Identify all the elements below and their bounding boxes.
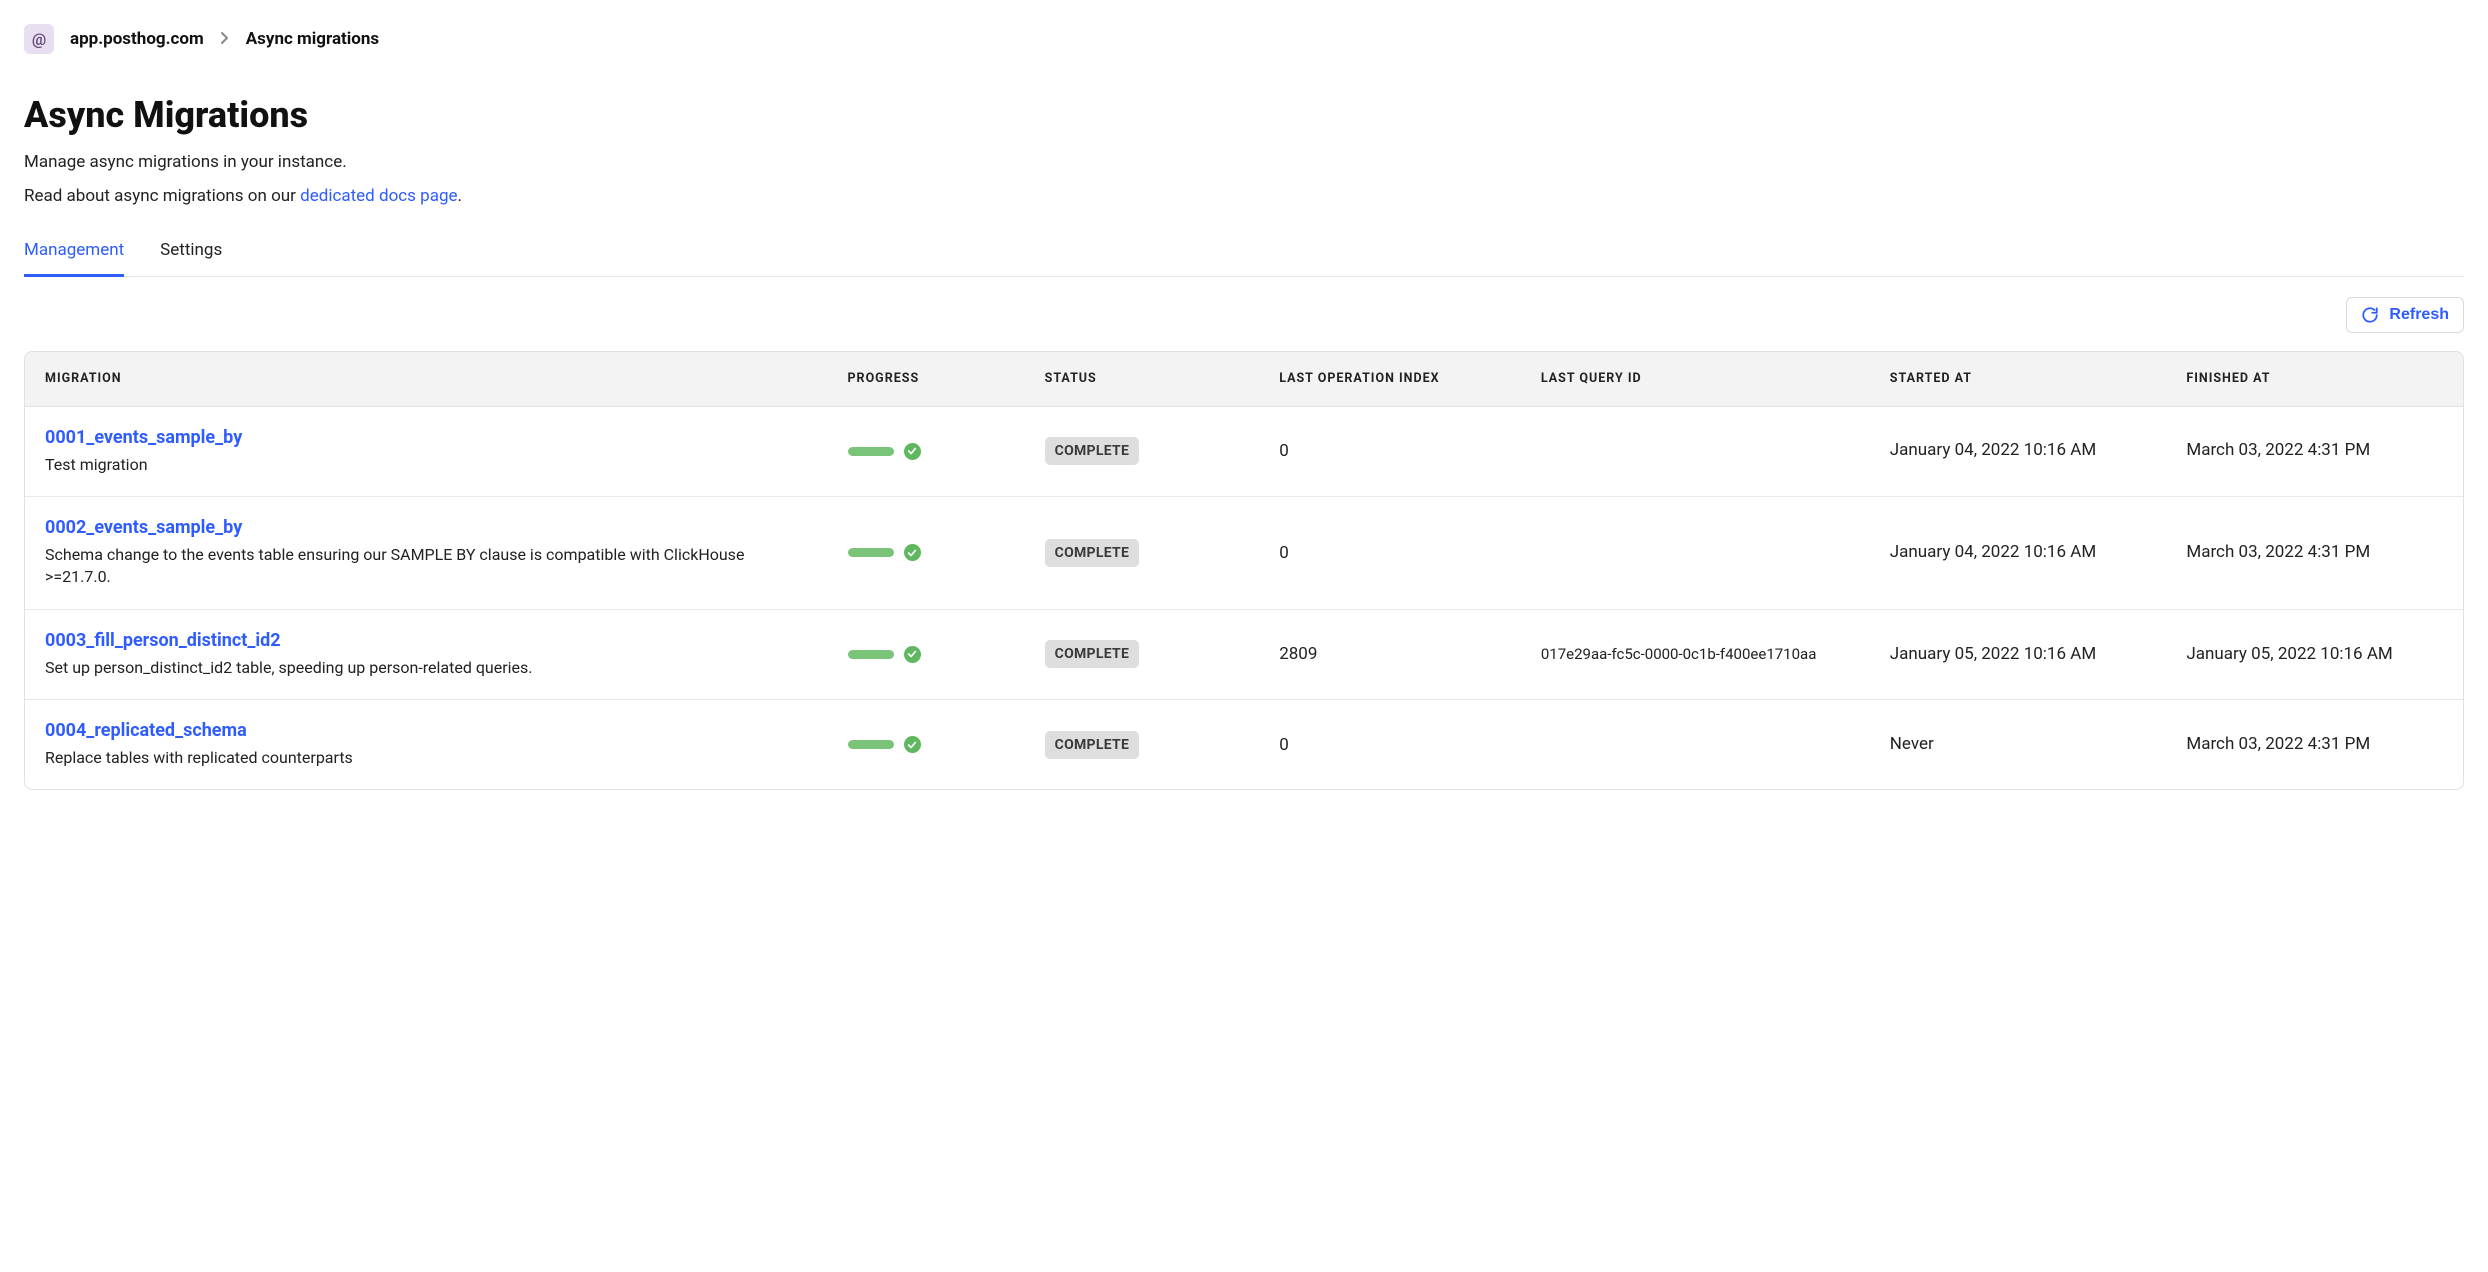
last-op-index: 0 [1259,497,1521,610]
chevron-right-icon [220,29,230,50]
table-header-row: MIGRATION PROGRESS STATUS LAST OPERATION… [25,352,2463,407]
docs-suffix: . [458,186,462,206]
finished-at: March 03, 2022 4:31 PM [2186,438,2443,464]
refresh-icon [2361,306,2379,324]
progress-indicator [848,736,1005,753]
progress-indicator [848,646,1005,663]
col-last-query-id: LAST QUERY ID [1521,352,1870,407]
col-migration: MIGRATION [25,352,828,407]
migration-name-link[interactable]: 0003_fill_person_distinct_id2 [45,630,808,651]
col-last-op-index: LAST OPERATION INDEX [1259,352,1521,407]
migration-description: Schema change to the events table ensuri… [45,544,808,589]
col-progress: PROGRESS [828,352,1025,407]
breadcrumb-root[interactable]: app.posthog.com [70,29,204,49]
finished-at: March 03, 2022 4:31 PM [2186,732,2443,758]
check-circle-icon [904,443,921,460]
started-at: January 04, 2022 10:16 AM [1890,438,2147,464]
migration-description: Set up person_distinct_id2 table, speedi… [45,657,808,679]
migration-description: Test migration [45,454,808,476]
last-op-index: 0 [1259,700,1521,789]
migration-description: Replace tables with replicated counterpa… [45,747,808,769]
refresh-button[interactable]: Refresh [2346,297,2464,333]
table-row: 0004_replicated_schema Replace tables wi… [25,700,2463,789]
check-circle-icon [904,544,921,561]
col-status: STATUS [1025,352,1260,407]
tab-management[interactable]: Management [24,240,124,277]
migrations-table: MIGRATION PROGRESS STATUS LAST OPERATION… [24,351,2464,790]
progress-bar [848,650,894,659]
migration-name-link[interactable]: 0002_events_sample_by [45,517,808,538]
check-circle-icon [904,736,921,753]
page-title: Async Migrations [24,94,2464,136]
actions-row: Refresh [24,297,2464,333]
finished-at: March 03, 2022 4:31 PM [2186,540,2443,566]
docs-link[interactable]: dedicated docs page [300,186,457,206]
progress-bar [848,548,894,557]
progress-indicator [848,443,1005,460]
col-started-at: STARTED AT [1870,352,2167,407]
last-op-index: 0 [1259,407,1521,497]
progress-bar [848,740,894,749]
last-op-index: 2809 [1259,610,1521,700]
tabs: Management Settings [24,240,2464,277]
docs-line: Read about async migrations on our dedic… [24,186,2464,206]
app-icon[interactable]: @ [24,24,54,54]
finished-at: January 05, 2022 10:16 AM [2186,642,2443,668]
table-row: 0001_events_sample_by Test migration COM… [25,407,2463,497]
page-subtitle: Manage async migrations in your instance… [24,152,2464,172]
docs-prefix: Read about async migrations on our [24,186,300,206]
started-at: January 04, 2022 10:16 AM [1890,540,2147,566]
breadcrumb: @ app.posthog.com Async migrations [24,24,2464,54]
started-at: January 05, 2022 10:16 AM [1890,642,2147,668]
table-row: 0002_events_sample_by Schema change to t… [25,497,2463,610]
tab-settings[interactable]: Settings [160,240,222,277]
started-at: Never [1890,732,2147,758]
table-row: 0003_fill_person_distinct_id2 Set up per… [25,610,2463,700]
status-badge: COMPLETE [1045,731,1139,759]
progress-indicator [848,544,1005,561]
last-query-id: 017e29aa-fc5c-0000-0c1b-f400ee1710aa [1541,643,1850,666]
status-badge: COMPLETE [1045,539,1139,567]
col-finished-at: FINISHED AT [2166,352,2463,407]
at-sign-icon: @ [32,30,46,49]
refresh-label: Refresh [2389,306,2449,324]
breadcrumb-current: Async migrations [246,29,379,49]
progress-bar [848,447,894,456]
check-circle-icon [904,646,921,663]
status-badge: COMPLETE [1045,437,1139,465]
migration-name-link[interactable]: 0001_events_sample_by [45,427,808,448]
migration-name-link[interactable]: 0004_replicated_schema [45,720,808,741]
status-badge: COMPLETE [1045,640,1139,668]
